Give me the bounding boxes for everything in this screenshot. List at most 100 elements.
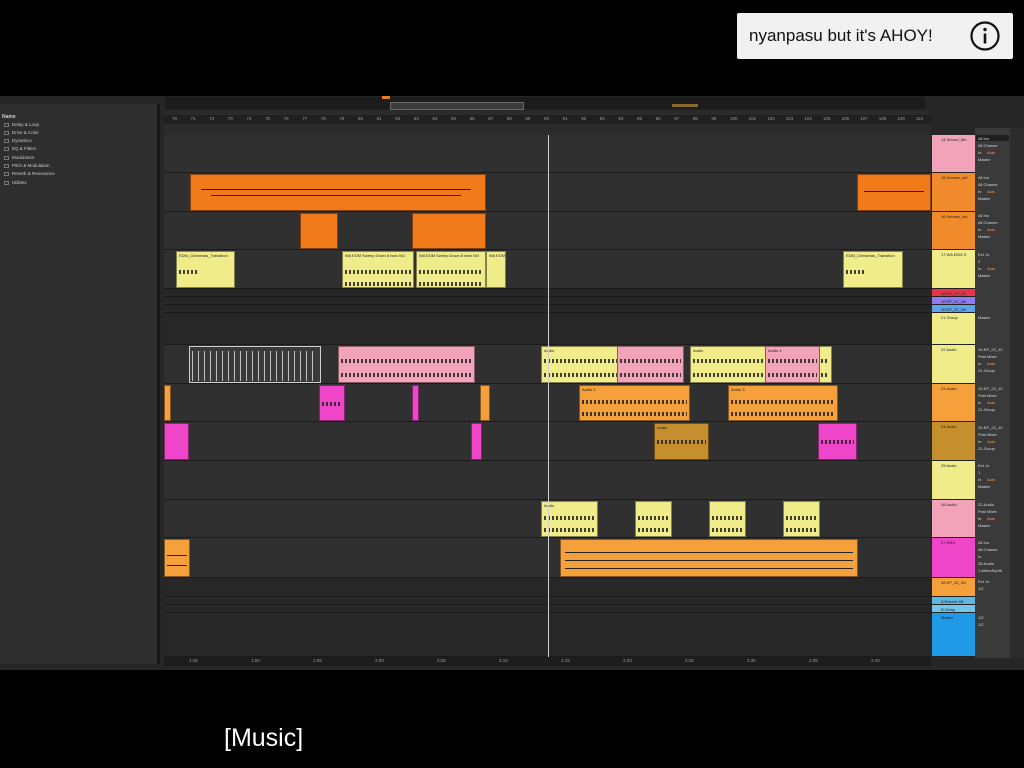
audio-clip[interactable]	[164, 423, 189, 460]
track-header[interactable]: 28 EP_22_Str	[932, 578, 975, 597]
monitor-auto[interactable]: Auto	[987, 150, 995, 155]
input-type-label[interactable]: All Ins	[978, 540, 989, 545]
mixer-strip[interactable]	[1010, 128, 1024, 658]
monitor-in[interactable]: In	[978, 400, 981, 405]
input-channel-label[interactable]: 1	[978, 470, 980, 475]
midi-clip[interactable]	[412, 213, 486, 249]
cue-out-label[interactable]: 1/2	[978, 615, 984, 620]
midi-clip[interactable]	[300, 213, 338, 249]
output-label[interactable]: Master	[978, 157, 990, 162]
audio-clip[interactable]: Audio 4	[765, 346, 820, 383]
input-channel-label[interactable]: All Channe	[978, 547, 998, 552]
input-type-label[interactable]: Ext. In	[978, 463, 989, 468]
input-channel-label[interactable]: All Channe	[978, 182, 998, 187]
monitor-auto[interactable]: Auto	[987, 477, 995, 482]
input-source-label[interactable]: 20-EP_22_10	[978, 425, 1002, 430]
input-tap-label[interactable]: Post Mixer	[978, 354, 997, 359]
track-header[interactable]: 19 EP_22_ldh	[932, 297, 975, 305]
input-channel-label[interactable]: 1/2	[978, 586, 984, 591]
monitor-auto[interactable]: Auto	[987, 439, 995, 444]
monitor-auto[interactable]: Auto	[987, 400, 995, 405]
output-label[interactable]: Master	[978, 234, 990, 239]
audio-clip[interactable]: WA EDM	[486, 251, 506, 288]
track-header[interactable]: 26 Audio	[932, 500, 975, 538]
midi-clip[interactable]	[190, 174, 486, 211]
monitor-in[interactable]: In	[978, 361, 981, 366]
output-label[interactable]: 21-Group	[978, 446, 995, 451]
monitor-auto[interactable]: Auto	[987, 266, 995, 271]
input-tap-label[interactable]: Post Mixer	[978, 432, 997, 437]
audio-clip-muted[interactable]	[189, 346, 321, 383]
browser-item[interactable]: Modulators	[4, 155, 34, 160]
audio-clip[interactable]: WA EDM Sweep Down 8 bars NO	[416, 251, 486, 288]
browser-item[interactable]: EQ & Filters	[4, 146, 36, 151]
output-label[interactable]: Master	[978, 523, 990, 528]
monitor-in[interactable]: In	[978, 516, 981, 521]
track-header[interactable]: 14 Shovel_8th	[932, 135, 975, 173]
browser-item[interactable]: Delay & Loop	[4, 122, 39, 127]
track-header[interactable]: 20 EP_22_Hit	[932, 305, 975, 313]
output-label[interactable]: 21-Group	[978, 407, 995, 412]
playhead[interactable]	[548, 135, 549, 660]
input-type-label[interactable]: Ext. In	[978, 252, 989, 257]
input-source-label[interactable]: 22-Audio	[978, 502, 994, 507]
monitor-in[interactable]: In	[978, 189, 981, 194]
output-label[interactable]: Master	[978, 273, 990, 278]
audio-clip[interactable]: EDM_Christmas_Transition	[176, 251, 235, 288]
output-label[interactable]: Master	[978, 484, 990, 489]
midi-clip[interactable]	[857, 174, 931, 211]
audio-clip[interactable]	[480, 385, 490, 421]
monitor-in[interactable]: In	[978, 477, 981, 482]
monitor-in[interactable]: In	[978, 554, 981, 559]
track-header[interactable]: 27 MIDI	[932, 538, 975, 578]
monitor-auto[interactable]: Auto	[987, 361, 995, 366]
master-out-label[interactable]: 1/2	[978, 622, 984, 627]
input-channel-label[interactable]: All Channe	[978, 143, 998, 148]
loop-region-marker[interactable]	[672, 104, 698, 107]
track-header[interactable]: B Delay	[932, 605, 975, 613]
midi-clip[interactable]	[560, 539, 858, 577]
audio-clip[interactable]: Audio	[541, 501, 598, 537]
output-label[interactable]: Master	[978, 196, 990, 201]
track-header[interactable]: 24 Audio	[932, 422, 975, 461]
info-icon[interactable]	[969, 20, 1001, 52]
audio-clip[interactable]	[818, 423, 857, 460]
audio-clip[interactable]: Audio 2	[579, 385, 690, 421]
input-source-label[interactable]: 19-EP_22_10	[978, 386, 1002, 391]
monitor-auto[interactable]: Auto	[987, 516, 995, 521]
audio-clip[interactable]: WA EDM Sweep Down 8 bars NO	[342, 251, 414, 288]
video-title-card[interactable]: nyanpasu but it's AHOY!	[737, 13, 1013, 59]
audio-clip[interactable]	[783, 501, 820, 537]
input-type-label[interactable]: Ext. In	[978, 579, 989, 584]
input-channel-label[interactable]: All Channe	[978, 220, 998, 225]
audio-clip[interactable]: Audio 3	[728, 385, 838, 421]
audio-clip[interactable]	[617, 346, 684, 383]
browser-item[interactable]: Dynamics	[4, 138, 32, 143]
output-label[interactable]: 21-Group	[978, 368, 995, 373]
audio-clip[interactable]: EDM_Christmas_Transition	[843, 251, 903, 288]
track-header[interactable]: 23 Audio	[932, 384, 975, 422]
input-type-label[interactable]: All Ins	[978, 213, 989, 218]
output-channel-label[interactable]: 1-MetroSynth	[978, 568, 1002, 573]
output-label[interactable]: Master	[978, 315, 990, 320]
track-header[interactable]: 17 WA EDM S	[932, 250, 975, 289]
browser-item[interactable]: Pitch & Modulation	[4, 163, 50, 168]
monitor-auto[interactable]: Auto	[987, 227, 995, 232]
browser-item[interactable]: Drive & Color	[4, 130, 39, 135]
input-tap-label[interactable]: Post Mixer	[978, 509, 997, 514]
input-source-label[interactable]: 19-EP_22_10	[978, 347, 1002, 352]
loop-marker-left[interactable]	[382, 96, 390, 99]
browser-item[interactable]: Utilities	[4, 180, 27, 185]
overview-visible-region[interactable]	[390, 102, 524, 110]
audio-clip[interactable]	[319, 385, 345, 421]
monitor-in[interactable]: In	[978, 439, 981, 444]
track-header[interactable]: A Reverb Hit	[932, 597, 975, 605]
track-header[interactable]: Master	[932, 613, 975, 657]
monitor-in[interactable]: In	[978, 150, 981, 155]
audio-clip[interactable]	[338, 346, 475, 383]
output-label[interactable]: 28-Audio	[978, 561, 994, 566]
input-tap-label[interactable]: Post Mixer	[978, 393, 997, 398]
midi-clip[interactable]	[164, 539, 190, 577]
monitor-auto[interactable]: Auto	[987, 189, 995, 194]
audio-clip[interactable]	[471, 423, 482, 460]
